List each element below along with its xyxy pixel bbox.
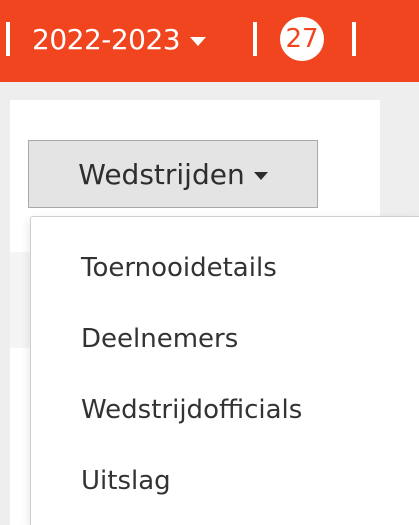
menu-item-toernooidetails[interactable]: Toernooidetails [81, 248, 277, 288]
nav-separator [352, 22, 356, 56]
count-badge[interactable]: 27 [280, 17, 324, 61]
menu-item-deelnemers[interactable]: Deelnemers [81, 319, 238, 359]
season-selector[interactable]: 2022-2023 [32, 17, 207, 61]
caret-down-icon [253, 171, 268, 180]
top-navigation-bar: 2022-2023 27 [0, 0, 419, 82]
wedstrijden-dropdown-button[interactable]: Wedstrijden [28, 140, 318, 208]
menu-item-wedstrijdofficials[interactable]: Wedstrijdofficials [81, 390, 302, 430]
season-label: 2022-2023 [32, 22, 181, 56]
caret-down-icon [190, 36, 207, 46]
panel-row-background [10, 252, 32, 348]
dropdown-menu: Toernooidetails Deelnemers Wedstrijdoffi… [30, 216, 419, 525]
menu-item-uitslag[interactable]: Uitslag [81, 461, 171, 501]
nav-separator [253, 22, 257, 56]
nav-separator [6, 22, 10, 56]
dropdown-label: Wedstrijden [78, 157, 245, 191]
